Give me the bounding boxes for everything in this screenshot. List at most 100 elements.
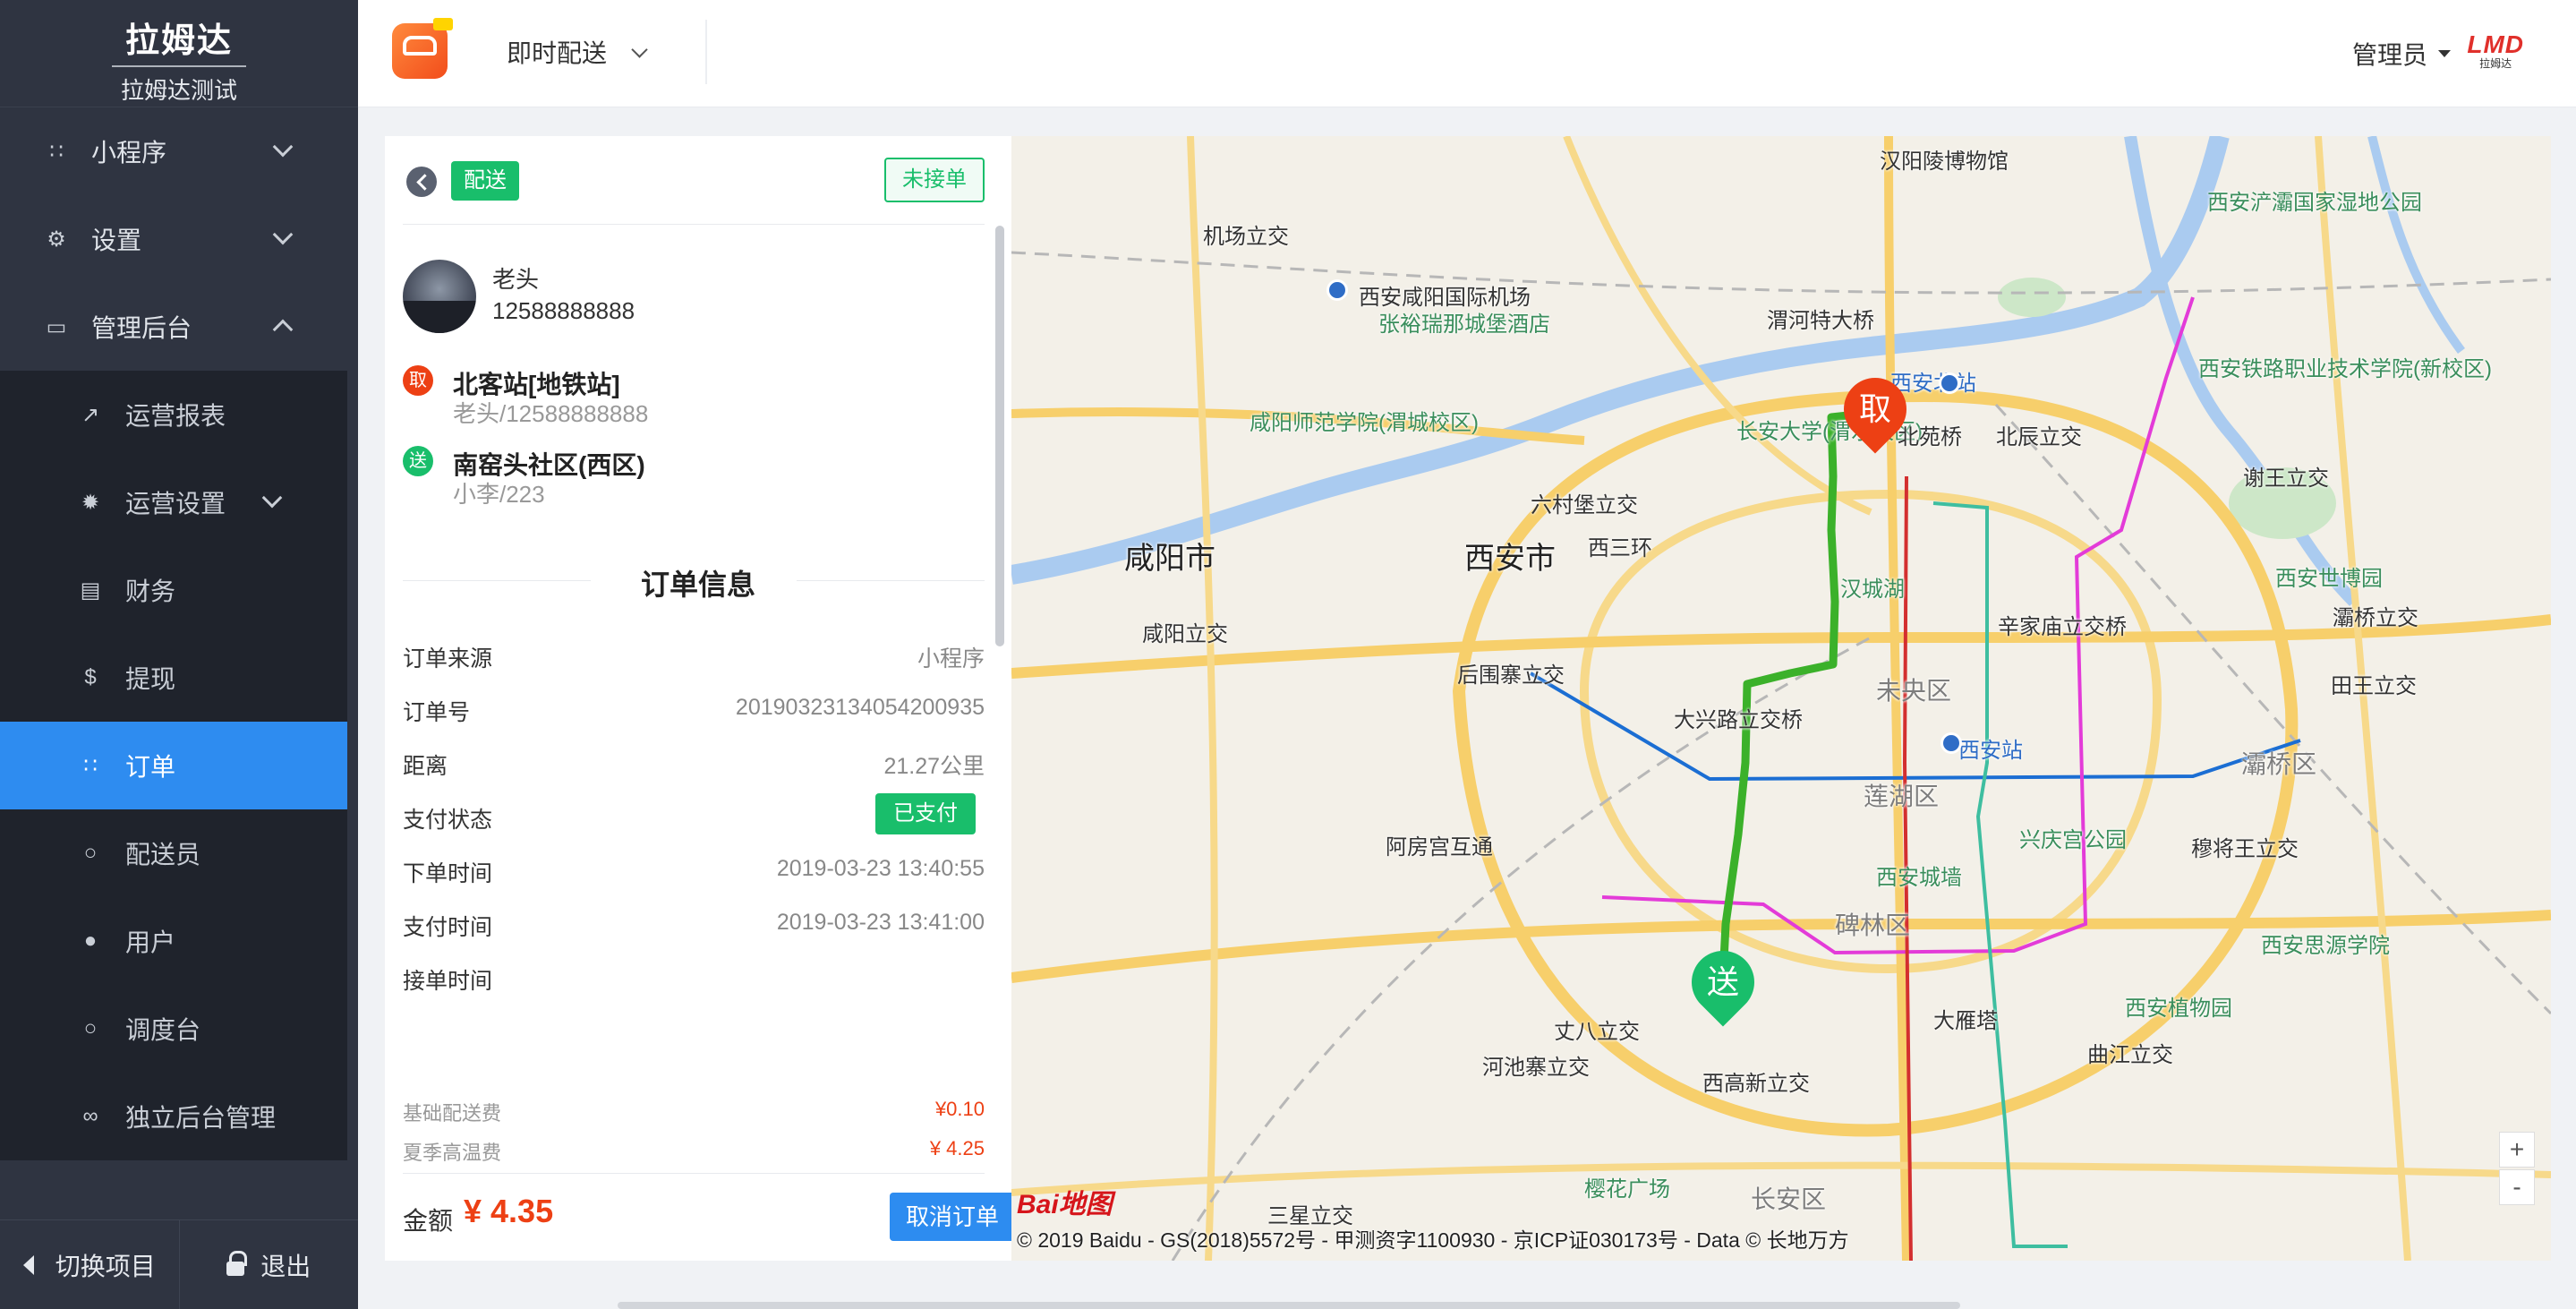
info-row-source: 订单来源 小程序 xyxy=(403,641,985,677)
sidebar-footer: 切换项目 退出 xyxy=(0,1219,358,1309)
sidebar-item-label: 调度台 xyxy=(125,1016,201,1044)
route-map[interactable]: 西安市 咸阳市 未央区 莲湖区 碑林区 灞桥区 长安区 西安北站 西安站 西安咸… xyxy=(1011,136,2551,1261)
map-label-siyuan: 西安思源学院 xyxy=(2261,934,2390,958)
sidebar-item-couriers[interactable]: ○ 配送员 xyxy=(0,809,347,897)
map-label-sakura: 樱花广场 xyxy=(1584,1177,1670,1202)
cancel-order-button[interactable]: 取消订单 xyxy=(889,1193,1015,1241)
chevron-down-icon xyxy=(261,487,283,509)
row-label: 下单时间 xyxy=(403,861,493,886)
station-icon xyxy=(1941,732,1962,754)
map-label-changan: 长安区 xyxy=(1751,1185,1827,1213)
switch-project-button[interactable]: 切换项目 xyxy=(0,1220,179,1309)
map-label-jichang-lj: 机场立交 xyxy=(1203,225,1289,249)
row-value: 2019-03-23 13:41:00 xyxy=(776,910,985,935)
pickup-marker-icon[interactable]: 取 xyxy=(1830,364,1920,454)
bike-icon: ○ xyxy=(83,841,98,865)
sidebar-item-label: 小程序 xyxy=(91,139,167,167)
sidebar-item-users[interactable]: ● 用户 xyxy=(0,897,347,985)
divider xyxy=(403,224,985,225)
sidebar-item-label: 管理后台 xyxy=(91,314,192,342)
airport-icon xyxy=(1326,279,1348,301)
sidebar-item-settings[interactable]: ⚙ 设置 xyxy=(0,195,358,283)
sidebar: 拉姆达 拉姆达测试 ∷ 小程序 ⚙ 设置 ▭ 管理后台 ↗ 运营报表 ✹ 运营设 xyxy=(0,0,358,1309)
dropoff-marker-icon[interactable]: 送 xyxy=(1678,937,1768,1027)
service-select-value: 即时配送 xyxy=(507,39,608,67)
zoom-in-button[interactable]: + xyxy=(2499,1132,2535,1168)
map-label-hechizhai: 河池寨立交 xyxy=(1482,1056,1590,1080)
caret-left-icon xyxy=(22,1254,34,1275)
total-label: 金额 xyxy=(403,1207,454,1235)
wallet-icon: ▤ xyxy=(80,578,101,603)
sidebar-item-dispatch[interactable]: ○ 调度台 xyxy=(0,985,347,1073)
order-type-tag: 配送 xyxy=(451,161,519,201)
sidebar-item-admin[interactable]: ▭ 管理后台 xyxy=(0,283,358,371)
info-row-distance: 距离 21.27公里 xyxy=(403,749,985,784)
user-phone: 12588888888 xyxy=(492,297,635,324)
bottom-scroll-hint xyxy=(618,1302,1960,1309)
sidebar-item-orders[interactable]: ∷ 订单 xyxy=(0,722,347,809)
sidebar-item-label: 独立后台管理 xyxy=(125,1104,277,1132)
lmd-logo-text: LMD xyxy=(2467,30,2524,58)
service-select[interactable]: 即时配送 xyxy=(507,34,648,70)
row-value: 21.27公里 xyxy=(883,754,985,779)
row-value: 2019-03-23 13:40:55 xyxy=(776,856,985,881)
sidebar-item-standalone-admin[interactable]: ∞ 独立后台管理 xyxy=(0,1073,347,1160)
fee-label: 基础配送费 xyxy=(403,1102,502,1125)
pickup-badge: 取 xyxy=(403,365,433,396)
sidebar-item-ops-settings[interactable]: ✹ 运营设置 xyxy=(0,458,347,546)
map-copyright: © 2019 Baidu - GS(2018)5572号 - 甲测资字11009… xyxy=(1017,1228,1849,1252)
info-row-pay-time: 支付时间 2019-03-23 13:41:00 xyxy=(403,910,985,945)
bike-icon: ○ xyxy=(83,1016,98,1040)
sidebar-item-withdraw[interactable]: $ 提现 xyxy=(0,634,347,722)
admin-menu[interactable]: 管理员 xyxy=(2352,36,2451,72)
status-badge: 已支付 xyxy=(875,793,976,834)
header-divider xyxy=(705,20,707,84)
admin-label: 管理员 xyxy=(2351,41,2427,69)
sidebar-item-finance[interactable]: ▤ 财务 xyxy=(0,546,347,634)
sidebar-item-label: 提现 xyxy=(125,665,176,693)
map-label-houweizhai: 后围寨立交 xyxy=(1457,663,1565,688)
sidebar-item-label: 运营设置 xyxy=(125,490,226,518)
top-header: 即时配送 管理员 LMD 拉姆达 xyxy=(358,0,2576,107)
brand-title: 拉姆达 xyxy=(124,22,233,60)
row-value: 小程序 xyxy=(917,646,985,672)
logout-button[interactable]: 退出 xyxy=(178,1220,359,1309)
map-label-chanba: 西安浐灞国家湿地公园 xyxy=(2207,191,2422,215)
info-row-accept-time: 接单时间 xyxy=(403,963,985,999)
back-button[interactable] xyxy=(406,167,437,197)
map-label-dayanta: 大雁塔 xyxy=(1933,1009,1998,1033)
dropoff-marker-text: 送 xyxy=(1706,963,1739,1000)
map-label-expo: 西安世博园 xyxy=(2275,567,2383,591)
row-label: 距离 xyxy=(403,754,448,779)
row-label: 支付状态 xyxy=(403,808,493,833)
map-label-qujiang: 曲江立交 xyxy=(2087,1043,2173,1067)
sidebar-item-label: 用户 xyxy=(125,928,176,956)
map-label-beilin: 碑林区 xyxy=(1835,911,1911,939)
map-label-xisanhuan: 西三环 xyxy=(1588,536,1652,560)
map-label-zhangyurui: 张裕瑞那城堡酒店 xyxy=(1378,312,1550,337)
zoom-out-button[interactable]: - xyxy=(2499,1169,2535,1205)
map-label-mujiang: 穆将王立交 xyxy=(2191,837,2299,861)
lmd-logo: LMD 拉姆达 xyxy=(2467,30,2524,71)
map-label-liucunbao: 六村堡立交 xyxy=(1531,493,1638,518)
row-value: 20190323134054200935 xyxy=(735,695,985,720)
row-label: 支付时间 xyxy=(403,915,493,940)
sidebar-item-ops-report[interactable]: ↗ 运营报表 xyxy=(0,371,347,458)
map-label-lianhu: 莲湖区 xyxy=(1864,783,1940,810)
user-name: 老头 xyxy=(492,266,540,293)
dropoff-badge: 送 xyxy=(403,446,433,476)
switch-project-label: 切换项目 xyxy=(55,1252,156,1280)
row-label: 订单来源 xyxy=(403,646,493,672)
station-icon xyxy=(1939,372,1960,394)
sidebar-item-miniprogram[interactable]: ∷ 小程序 xyxy=(0,107,358,195)
avatar xyxy=(403,260,476,333)
lock-icon xyxy=(226,1250,248,1276)
map-label-xiewang: 谢王立交 xyxy=(2243,466,2329,491)
sidebar-menu: ∷ 小程序 ⚙ 设置 ▭ 管理后台 ↗ 运营报表 ✹ 运营设置 ▤ 财务 $ 提… xyxy=(0,107,358,1160)
map-label-hanyangling: 汉阳陵博物馆 xyxy=(1880,150,2009,174)
sidebar-item-label: 财务 xyxy=(125,578,176,605)
admin-submenu: ↗ 运营报表 ✹ 运营设置 ▤ 财务 $ 提现 ∷ 订单 ○ 配送员 ● 用户 … xyxy=(0,371,347,1160)
map-label-xian: 西安市 xyxy=(1464,542,1556,576)
map-label-beichen: 北辰立交 xyxy=(1996,425,2082,449)
monitor-icon: ▭ xyxy=(46,314,67,339)
